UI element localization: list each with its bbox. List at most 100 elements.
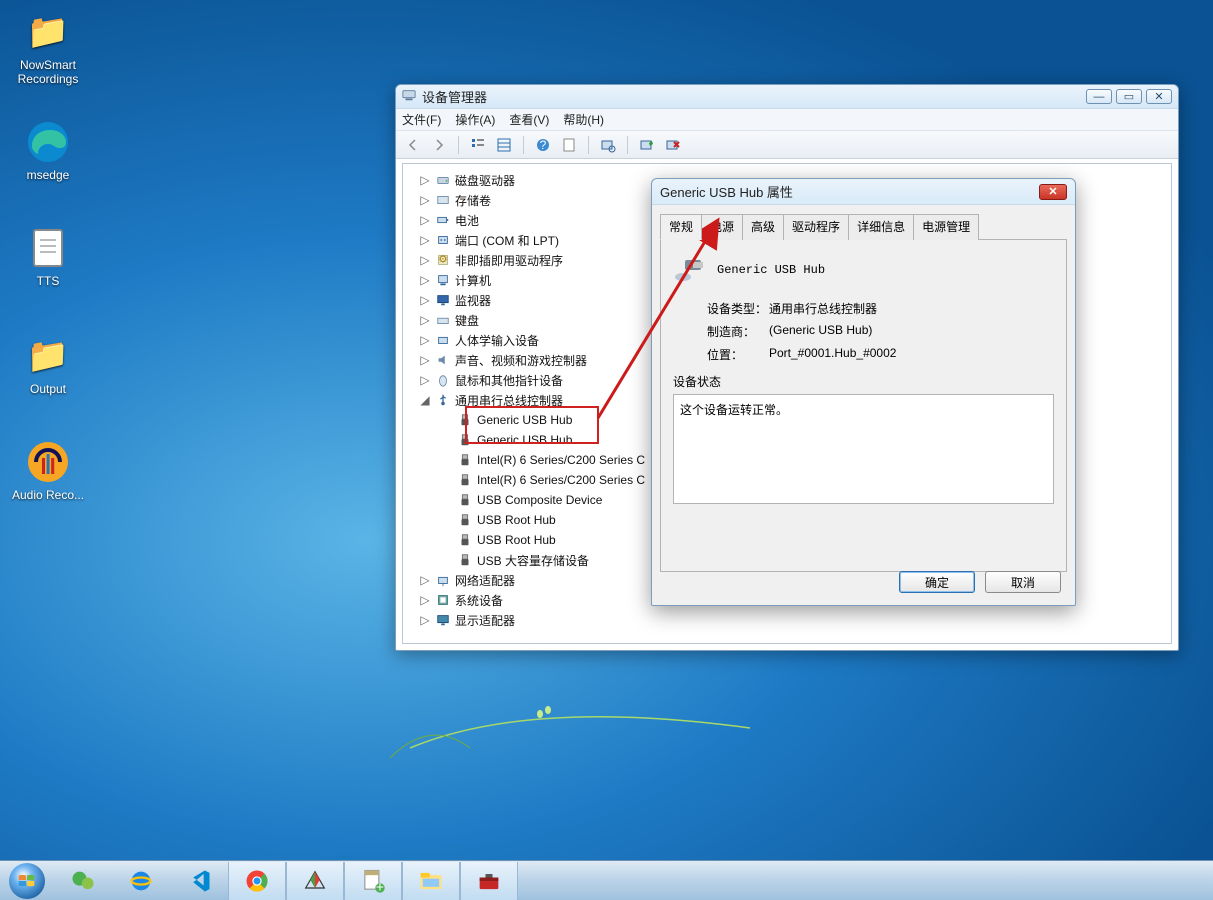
audio-icon [435,352,451,368]
system-icon [435,592,451,608]
dialog-titlebar[interactable]: Generic USB Hub 属性 ✕ [652,179,1075,205]
expand-toggle[interactable]: ▷ [419,173,431,188]
node-label: 端口 (COM 和 LPT) [455,232,559,249]
menu-action[interactable]: 操作(A) [455,111,495,128]
uninstall-button[interactable] [662,134,684,156]
node-label: 系统设备 [455,592,503,609]
node-label: 声音、视频和游戏控制器 [455,352,587,369]
icon-label: Output [10,382,86,396]
label-manufacturer: 制造商： [673,323,769,340]
tab-general[interactable]: 常规 [660,214,702,240]
taskbar-app-pyramid[interactable] [286,862,344,900]
node-label: Intel(R) 6 Series/C200 Series C [477,473,645,487]
properties-dialog: Generic USB Hub 属性 ✕ 常规 电源 高级 驱动程序 详细信息 … [651,178,1076,606]
menu-file[interactable]: 文件(F) [402,111,441,128]
node-label: 电池 [455,212,479,229]
value-location: Port_#0001.Hub_#0002 [769,346,896,363]
cancel-button[interactable]: 取消 [985,571,1061,593]
label-location: 位置： [673,346,769,363]
pnp-icon: ⚙ [435,252,451,268]
icon-label: msedge [10,168,86,182]
desktop-icon-msedge[interactable]: msedge [10,118,86,182]
expand-toggle[interactable]: ▷ [419,373,431,388]
expand-toggle[interactable]: ▷ [419,573,431,588]
usbdev-icon [457,432,473,448]
expand-toggle[interactable]: ▷ [419,313,431,328]
menu-help[interactable]: 帮助(H) [563,111,604,128]
node-label: Intel(R) 6 Series/C200 Series C [477,453,645,467]
desktop-icon-audioreco[interactable]: Audio Reco... [10,438,86,502]
tab-power[interactable]: 电源 [701,214,743,240]
help-button[interactable]: ? [532,134,554,156]
back-button[interactable] [402,134,424,156]
expand-toggle[interactable]: ▷ [419,333,431,348]
maximize-button[interactable]: ▭ [1116,89,1142,104]
taskbar-app-toolbox[interactable] [460,862,518,900]
taskbar-app-chrome[interactable] [228,862,286,900]
tab-advanced[interactable]: 高级 [742,214,784,240]
desktop-icon-nowsmart[interactable]: 📁 NowSmart Recordings [10,8,86,86]
dialog-title: Generic USB Hub 属性 [660,182,1039,201]
expand-toggle[interactable]: ▷ [419,193,431,208]
taskbar-app-vscode[interactable] [170,862,228,900]
update-driver-button[interactable] [636,134,658,156]
close-button[interactable]: ✕ [1039,184,1067,200]
disk-icon [435,172,451,188]
svg-text:⚙: ⚙ [438,254,447,266]
taskbar-app-explorer[interactable] [402,862,460,900]
node-label: Generic USB Hub [477,433,572,447]
node-label: USB Root Hub [477,513,556,527]
tab-powermgmt[interactable]: 电源管理 [913,214,979,240]
expand-toggle[interactable]: ▷ [419,233,431,248]
expand-toggle[interactable]: ▷ [419,273,431,288]
expand-toggle[interactable]: ▷ [419,253,431,268]
taskbar-app-notepad[interactable]: + [344,862,402,900]
node-label: 监视器 [455,292,491,309]
expand-toggle[interactable]: ◢ [419,393,431,408]
port-icon [435,232,451,248]
expand-toggle[interactable]: ▷ [419,293,431,308]
device-name: Generic USB Hub [717,263,825,277]
close-button[interactable]: ✕ [1146,89,1172,104]
taskbar-app-ie[interactable] [112,862,170,900]
expand-toggle[interactable]: ▷ [419,353,431,368]
usbdev-icon [457,512,473,528]
svg-text:+: + [376,878,384,894]
icon-label: Audio Reco... [10,488,86,502]
list-view-button[interactable] [493,134,515,156]
usbdev-icon [457,412,473,428]
menubar: 文件(F) 操作(A) 查看(V) 帮助(H) [396,109,1178,131]
folder-icon: 📁 [24,8,72,56]
forward-button[interactable] [428,134,450,156]
window-title: 设备管理器 [422,87,1086,106]
titlebar[interactable]: 设备管理器 — ▭ ✕ [396,85,1178,109]
wallpaper-grass [330,678,780,768]
volume-icon [435,192,451,208]
start-button[interactable] [0,861,54,900]
taskbar-app-wechat[interactable] [54,862,112,900]
scan-button[interactable] [597,134,619,156]
icon-label: TTS [10,274,86,288]
desktop-icon-tts[interactable]: TTS [10,224,86,288]
hid-icon [435,332,451,348]
minimize-button[interactable]: — [1086,89,1112,104]
desktop-icon-output[interactable]: 📁 Output [10,332,86,396]
expand-toggle[interactable]: ▷ [419,213,431,228]
props-button[interactable] [558,134,580,156]
node-label: 键盘 [455,312,479,329]
windows-logo-icon [16,870,38,892]
tree-view-button[interactable] [467,134,489,156]
node-label: 网络适配器 [455,572,515,589]
ok-button[interactable]: 确定 [899,571,975,593]
node-label: USB Root Hub [477,533,556,547]
tab-driver[interactable]: 驱动程序 [783,214,849,240]
tab-details[interactable]: 详细信息 [848,214,914,240]
monitor-icon [435,292,451,308]
menu-view[interactable]: 查看(V) [509,111,549,128]
tree-node[interactable]: ▷显示适配器 [405,610,1169,630]
expand-toggle[interactable]: ▷ [419,613,431,628]
device-status-textarea[interactable]: 这个设备运转正常。 [673,394,1054,504]
expand-toggle[interactable]: ▷ [419,593,431,608]
usbdev-icon [457,532,473,548]
usbdev-icon [457,492,473,508]
